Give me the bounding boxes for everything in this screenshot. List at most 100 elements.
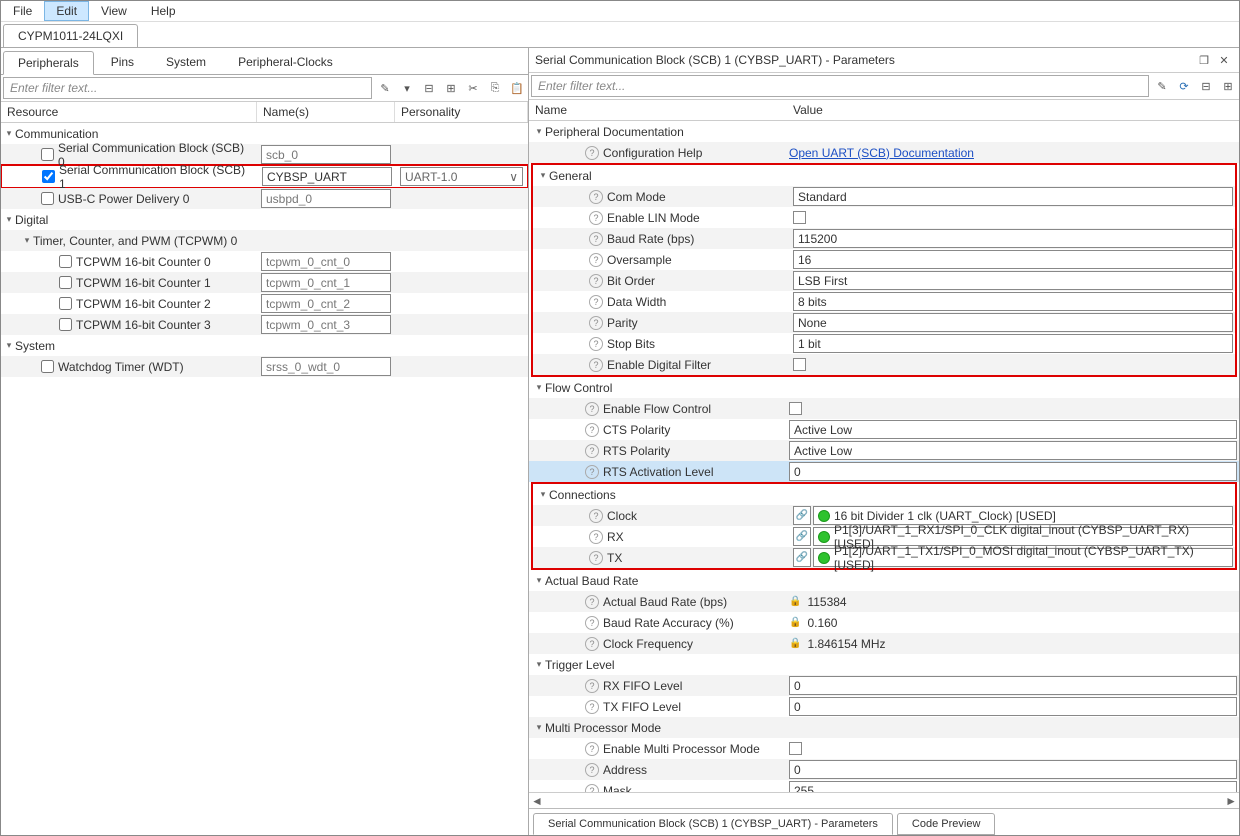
expand-icon[interactable]: ⊞ — [1219, 77, 1237, 95]
help-icon[interactable]: ? — [589, 295, 603, 309]
section-flow-control[interactable]: Flow Control — [545, 381, 612, 395]
help-icon[interactable]: ? — [585, 742, 599, 756]
tcpwm3-checkbox[interactable] — [59, 318, 72, 331]
link-icon[interactable]: 🔗 — [793, 548, 811, 567]
twisty-icon[interactable]: ▾ — [533, 722, 545, 733]
section-general[interactable]: General — [549, 169, 592, 183]
header-resource[interactable]: Resource — [1, 102, 257, 122]
tab-system[interactable]: System — [151, 50, 221, 74]
section-connections[interactable]: Connections — [549, 488, 616, 502]
menu-file[interactable]: File — [1, 1, 44, 21]
help-icon[interactable]: ? — [585, 700, 599, 714]
help-icon[interactable]: ? — [589, 316, 603, 330]
clear-icon[interactable]: ✎ — [1153, 77, 1171, 95]
rts-act-value[interactable]: 0 — [789, 462, 1237, 481]
collapse-icon[interactable]: ⊟ — [1197, 77, 1215, 95]
rts-pol-value[interactable]: Active Low — [789, 441, 1237, 460]
help-icon[interactable]: ? — [589, 232, 603, 246]
help-icon[interactable]: ? — [585, 402, 599, 416]
tree-tcpwm[interactable]: Timer, Counter, and PWM (TCPWM) 0 — [33, 234, 237, 248]
tree-system[interactable]: System — [15, 339, 55, 353]
header-personality[interactable]: Personality — [395, 102, 528, 122]
help-icon[interactable]: ? — [585, 637, 599, 651]
tree-communication[interactable]: Communication — [15, 127, 98, 141]
enable-lin-checkbox[interactable] — [793, 211, 806, 224]
scb1-label[interactable]: Serial Communication Block (SCB) 1 — [59, 163, 254, 191]
tcpwm0-name-field[interactable]: tcpwm_0_cnt_0 — [261, 252, 391, 271]
help-icon[interactable]: ? — [585, 444, 599, 458]
header-names[interactable]: Name(s) — [257, 102, 395, 122]
tcpwm1-checkbox[interactable] — [59, 276, 72, 289]
expand-icon[interactable]: ⊞ — [442, 79, 460, 97]
tcpwm2-checkbox[interactable] — [59, 297, 72, 310]
param-header-name[interactable]: Name — [529, 100, 787, 120]
clear-icon[interactable]: ✎ — [376, 79, 394, 97]
twisty-icon[interactable]: ▾ — [533, 382, 545, 393]
tcpwm3-label[interactable]: TCPWM 16-bit Counter 3 — [76, 318, 211, 332]
params-body[interactable]: ▾Peripheral Documentation ?Configuration… — [529, 121, 1239, 792]
txfifo-value[interactable]: 0 — [789, 697, 1237, 716]
horizontal-scrollbar[interactable]: ◄► — [529, 792, 1239, 808]
enable-fc-checkbox[interactable] — [789, 402, 802, 415]
left-filter-input[interactable]: Enter filter text... — [3, 77, 372, 99]
enable-mpm-checkbox[interactable] — [789, 742, 802, 755]
help-icon[interactable]: ? — [589, 190, 603, 204]
help-icon[interactable]: ? — [589, 211, 603, 225]
tcpwm3-name-field[interactable]: tcpwm_0_cnt_3 — [261, 315, 391, 334]
tcpwm2-name-field[interactable]: tcpwm_0_cnt_2 — [261, 294, 391, 313]
open-doc-link[interactable]: Open UART (SCB) Documentation — [789, 146, 974, 160]
help-icon[interactable]: ? — [585, 784, 599, 793]
mask-value[interactable]: 255 — [789, 781, 1237, 792]
twisty-icon[interactable]: ▾ — [3, 128, 15, 139]
wdt-name-field[interactable]: srss_0_wdt_0 — [261, 357, 391, 376]
paste-icon[interactable]: 📋 — [508, 79, 526, 97]
cts-pol-value[interactable]: Active Low — [789, 420, 1237, 439]
twisty-icon[interactable]: ▾ — [3, 214, 15, 225]
rxfifo-value[interactable]: 0 — [789, 676, 1237, 695]
section-trigger[interactable]: Trigger Level — [545, 658, 615, 672]
tcpwm0-label[interactable]: TCPWM 16-bit Counter 0 — [76, 255, 211, 269]
link-icon[interactable]: 🔗 — [793, 527, 811, 546]
help-icon[interactable]: ? — [585, 465, 599, 479]
scb1-checkbox[interactable] — [42, 170, 55, 183]
wdt-checkbox[interactable] — [41, 360, 54, 373]
wdt-label[interactable]: Watchdog Timer (WDT) — [58, 360, 184, 374]
help-icon[interactable]: ? — [585, 616, 599, 630]
menu-view[interactable]: View — [89, 1, 139, 21]
restore-icon[interactable]: ❐ — [1195, 51, 1213, 69]
twisty-icon[interactable]: ▾ — [533, 126, 545, 137]
twisty-icon[interactable]: ▾ — [3, 340, 15, 351]
help-icon[interactable]: ? — [585, 595, 599, 609]
oversample-value[interactable]: 16 — [793, 250, 1233, 269]
tcpwm2-label[interactable]: TCPWM 16-bit Counter 2 — [76, 297, 211, 311]
footer-tab-code-preview[interactable]: Code Preview — [897, 813, 995, 835]
menu-help[interactable]: Help — [139, 1, 188, 21]
scb0-name-field[interactable]: scb_0 — [261, 145, 391, 164]
tcpwm0-checkbox[interactable] — [59, 255, 72, 268]
twisty-icon[interactable]: ▾ — [537, 489, 549, 500]
section-peripheral-documentation[interactable]: Peripheral Documentation — [545, 125, 684, 139]
help-icon[interactable]: ? — [589, 358, 603, 372]
collapse-icon[interactable]: ⊟ — [420, 79, 438, 97]
tw ty-icon[interactable]: ▾ — [537, 170, 549, 181]
section-actual-baud[interactable]: Actual Baud Rate — [545, 574, 638, 588]
baud-value[interactable]: 115200 — [793, 229, 1233, 248]
section-mpm[interactable]: Multi Processor Mode — [545, 721, 661, 735]
link-icon[interactable]: 🔗 — [793, 506, 811, 525]
close-icon[interactable]: ✕ — [1215, 51, 1233, 69]
help-icon[interactable]: ? — [585, 146, 599, 160]
help-icon[interactable]: ? — [585, 423, 599, 437]
help-icon[interactable]: ? — [585, 763, 599, 777]
address-value[interactable]: 0 — [789, 760, 1237, 779]
usbpd-label[interactable]: USB-C Power Delivery 0 — [58, 192, 189, 206]
right-filter-input[interactable]: Enter filter text... — [531, 75, 1149, 97]
tcpwm1-name-field[interactable]: tcpwm_0_cnt_1 — [261, 273, 391, 292]
funnel-icon[interactable]: ▾ — [398, 79, 416, 97]
device-tab[interactable]: CYPM1011-24LQXI — [3, 24, 138, 47]
usbpd-name-field[interactable]: usbpd_0 — [261, 189, 391, 208]
tab-peripherals[interactable]: Peripherals — [3, 51, 94, 75]
help-icon[interactable]: ? — [589, 530, 603, 544]
param-header-value[interactable]: Value — [787, 100, 1239, 120]
help-icon[interactable]: ? — [589, 551, 603, 565]
twisty-icon[interactable]: ▾ — [533, 659, 545, 670]
